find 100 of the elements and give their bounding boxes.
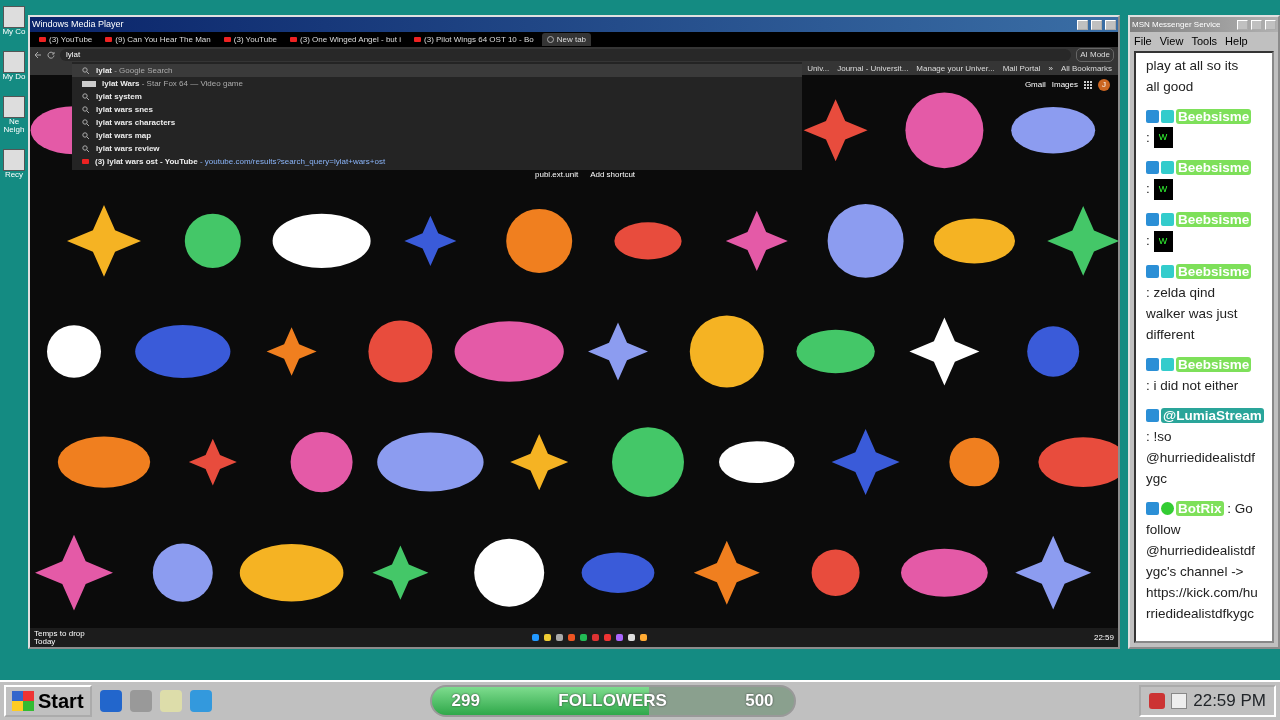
suggestion-item[interactable]: (3) lylat wars ost - YouTube - youtube.com/results?search_query=lylat+wars+ost [72,155,802,168]
desktop-icon[interactable] [3,50,25,73]
reload-icon[interactable] [47,50,55,59]
suggestion-item[interactable]: lylat - Google Search [72,64,802,77]
star-shape [404,215,457,267]
circle-shape [949,437,1000,487]
star-shape [693,540,760,605]
circle-shape [368,320,433,383]
icon-label: My Co [2,28,26,37]
apps-grid-icon[interactable] [1084,81,1092,89]
menu-item[interactable]: File [1134,33,1152,50]
browser-tab[interactable]: (3) YouTube [218,33,283,46]
minimize-button[interactable] [1077,19,1088,30]
window-title: Windows Media Player [32,17,124,31]
tray-app-icon[interactable] [1171,693,1188,709]
globe-icon [546,36,554,43]
circle-shape [474,538,545,607]
search-icon [82,144,90,153]
bookmark-link[interactable]: Univ... [807,62,830,75]
desktop-icon[interactable] [3,6,25,28]
star-shape [803,99,868,162]
search-icon [82,66,90,75]
video-icon [290,37,298,42]
browser-tab[interactable]: (9) Can You Hear The Man [100,33,216,46]
search-icon [82,131,90,140]
icon-label: Ne Neigh [2,117,26,136]
circle-shape [152,543,213,602]
back-arrow-icon[interactable] [34,50,42,59]
desktop-icon[interactable] [3,149,25,172]
bookmark-link[interactable]: Mail Portal [1002,62,1041,75]
star-shape [510,433,569,491]
header-link[interactable]: Gmail [1024,79,1046,91]
message-text: ygc's channel -> [1146,563,1245,582]
username: Beebsisme [1176,108,1252,124]
star-shape [831,429,900,496]
username: Beebsisme [1176,212,1252,228]
suggestion-item[interactable]: lylat wars map [72,129,802,142]
icon-label: My Do [2,72,26,82]
desktop-icon[interactable] [3,95,25,118]
video-icon [223,37,231,42]
suggestion-item[interactable]: lylat Wars - Star Fox 64 — Video game [72,77,802,90]
window-title: MSN Messenger Service [1132,18,1221,31]
clock-text: 22:59 [1093,631,1114,644]
suggestion-item[interactable]: lylat wars characters [72,116,802,129]
message-text: : Go [1227,501,1253,517]
star-shape [909,317,980,386]
suggestion-item[interactable]: lylat wars review [72,142,802,155]
message-text: : i did not either [1146,377,1240,396]
search-icon [82,92,90,101]
close-button[interactable] [1105,19,1116,30]
circle-shape [47,325,101,378]
circle-shape [811,549,860,596]
bookmark-link[interactable]: All Bookmarks [1060,62,1112,75]
message-text: different [1146,326,1196,345]
browser-tab[interactable]: New tab [541,33,592,46]
message-text: https://kick.com/hu [1146,584,1259,603]
menu-item[interactable]: Help [1225,33,1248,50]
suggestion-item[interactable]: lylat system [72,90,802,103]
message-text: walker was just [1146,305,1239,324]
circle-shape [506,208,573,273]
username: Beebsisme [1176,264,1252,280]
quick-launch-icon[interactable] [99,690,122,712]
message-text: @hurriedidealistdf [1146,542,1256,561]
bookmark-link[interactable]: Manage your Univer... [916,62,995,75]
message-text: : [1146,129,1150,145]
bookmark-link[interactable]: » [1048,62,1053,75]
message-text: : [1146,233,1150,249]
star-shape [188,438,237,486]
suggestion-item[interactable]: lylat wars snes [72,103,802,116]
video-icon [82,159,89,164]
menu-item[interactable]: View [1159,33,1184,50]
ai-mode-button[interactable]: AI Mode [1076,47,1114,62]
bookmark-link[interactable]: Journal - Universit... [837,62,909,75]
video-icon [39,37,46,42]
weather-widget[interactable]: Temps to drop Today [34,629,85,646]
browser-tab[interactable]: (3) YouTube [34,33,98,46]
header-link[interactable]: Images [1051,79,1078,91]
video-icon [414,37,421,42]
emote-image: W [1153,179,1173,201]
username: @LumiaStream [1161,408,1264,424]
goal-label: FOLLOWERS [558,690,667,713]
emote-image: W [1153,231,1173,253]
maximize-button[interactable] [1091,19,1102,30]
follower-count: 299 [451,690,480,713]
message-text: : zelda qind [1146,284,1217,303]
search-icon [82,105,90,114]
start-button[interactable]: Start [4,685,92,717]
menu-item[interactable]: Tools [1191,33,1218,50]
message-text: play at all so its [1146,56,1240,75]
tray-app-icon[interactable] [1149,693,1166,709]
message-text: all good [1146,77,1195,96]
message-text: : [1146,181,1150,197]
emote-image: W [1153,127,1173,149]
star-shape [1047,205,1118,276]
message-text: ygc [1146,470,1168,489]
browser-tab[interactable]: (3) Pilot Wings 64 OST 10 - Bo [409,33,539,46]
browser-tab[interactable]: (3) One Winged Angel - but i [285,33,406,46]
message-text: rriedidealistdfkygc [1146,605,1256,624]
address-field[interactable]: lylat [60,48,1072,61]
circle-shape [184,213,241,269]
